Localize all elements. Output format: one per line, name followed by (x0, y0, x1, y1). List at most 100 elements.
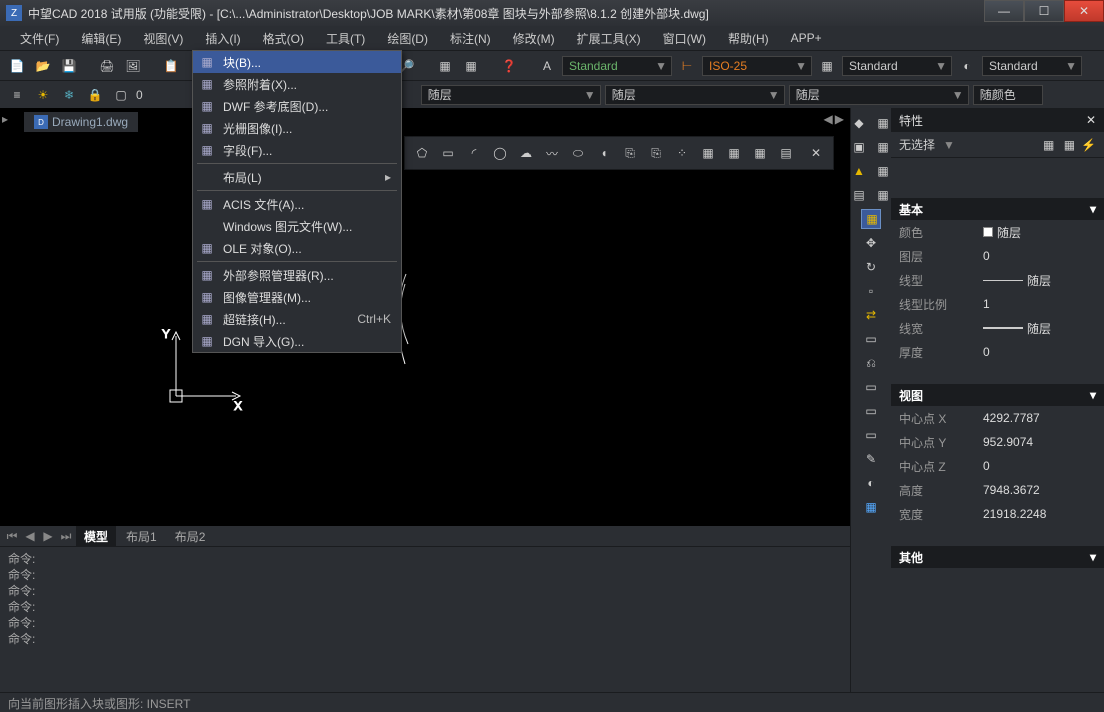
tab-layout1[interactable]: 布局1 (118, 526, 165, 547)
prop-row[interactable]: 中心点 X4292.7787 (891, 406, 1104, 430)
prop-row[interactable]: 高度7948.3672 (891, 478, 1104, 502)
ellarc-icon[interactable]: ◖ (593, 142, 615, 164)
insert-menu-item-13[interactable]: ▦图像管理器(M)... (193, 286, 401, 308)
rp-ic-2[interactable]: ▦ (873, 113, 893, 133)
print-icon[interactable]: 🖨 (96, 55, 118, 77)
tab-last-icon[interactable]: ⏭ (58, 529, 74, 544)
rp-ic-5[interactable]: ▲ (849, 161, 869, 181)
menu-6[interactable]: 绘图(D) (377, 27, 438, 50)
maximize-button[interactable]: ☐ (1024, 0, 1064, 22)
layer-linetype-select[interactable]: 随层▼ (605, 85, 785, 105)
layer-freeze-icon[interactable]: ❄ (58, 84, 80, 106)
prop-row[interactable]: 颜色随层 (891, 220, 1104, 244)
hatch-icon[interactable]: ▦ (697, 142, 719, 164)
tab-first-icon[interactable]: ⏮ (4, 529, 20, 544)
rp-ic-6[interactable]: ▦ (873, 161, 893, 181)
prop-row[interactable]: 厚度0 (891, 340, 1104, 364)
insert-menu-item-14[interactable]: ▦超链接(H)...Ctrl+K (193, 308, 401, 330)
menu-7[interactable]: 标注(N) (440, 27, 501, 50)
polygon-icon[interactable]: ⬠ (411, 142, 433, 164)
menu-4[interactable]: 格式(O) (253, 27, 314, 50)
selfilter3-icon[interactable]: ⚡ (1081, 138, 1096, 152)
rp-rotate-icon[interactable]: ↻ (861, 257, 881, 277)
rp-scale-icon[interactable]: ▫ (861, 281, 881, 301)
section-基本[interactable]: 基本▾ (891, 198, 1104, 220)
rp-ic-15[interactable]: ⎌ (861, 353, 881, 373)
textstyle-icon[interactable]: A (536, 55, 558, 77)
minimize-button[interactable]: — (984, 0, 1024, 22)
menu-5[interactable]: 工具(T) (316, 27, 375, 50)
insert-menu-item-4[interactable]: ▦字段(F)... (193, 139, 401, 161)
menu-9[interactable]: 扩展工具(X) (567, 27, 651, 50)
rp-ic-18[interactable]: ▭ (861, 425, 881, 445)
layer-bycolor-select[interactable]: 随颜色 (973, 85, 1043, 105)
arc-icon[interactable]: ◜ (463, 142, 485, 164)
circle-icon[interactable]: ◯ (489, 142, 511, 164)
tool2-icon[interactable]: ▦ (460, 55, 482, 77)
layer-mgr-icon[interactable]: ≡ (6, 84, 28, 106)
ellipse-icon[interactable]: ⬭ (567, 142, 589, 164)
new-icon[interactable]: 📄 (6, 55, 28, 77)
insert-menu-item-6[interactable]: 布局(L)▸ (193, 166, 401, 188)
section-其他[interactable]: 其他▾ (891, 546, 1104, 568)
selection-dropdown[interactable]: 无选择 ▼ ▦ ▦ ⚡ (891, 132, 1104, 158)
document-tab[interactable]: D Drawing1.dwg (24, 112, 138, 132)
insert-menu-item-12[interactable]: ▦外部参照管理器(R)... (193, 264, 401, 286)
rp-ic-20[interactable]: ◐ (861, 473, 881, 493)
rp-move-icon[interactable]: ✥ (861, 233, 881, 253)
menu-2[interactable]: 视图(V) (133, 27, 193, 50)
hatch2-icon[interactable]: ▦ (723, 142, 745, 164)
insert-menu-item-1[interactable]: ▦参照附着(X)... (193, 73, 401, 95)
help-icon[interactable]: ❓ (498, 55, 520, 77)
prop-row[interactable]: 宽度21918.2248 (891, 502, 1104, 526)
cmd-scrollbar[interactable] (834, 547, 850, 692)
insert-menu-item-15[interactable]: ▦DGN 导入(G)... (193, 330, 401, 352)
rp-ic-3[interactable]: ▣ (849, 137, 869, 157)
menu-12[interactable]: APP+ (781, 28, 832, 48)
menu-8[interactable]: 修改(M) (503, 27, 565, 50)
close-button[interactable]: ✕ (1064, 0, 1104, 22)
preview-icon[interactable]: 🖼 (122, 55, 144, 77)
selfilter2-icon[interactable]: ▦ (1064, 138, 1075, 152)
rp-ic-16[interactable]: ▭ (861, 377, 881, 397)
layer-sun-icon[interactable]: ☀ (32, 84, 54, 106)
tab-layout2[interactable]: 布局2 (167, 526, 214, 547)
layer-color-select[interactable]: 随层▼ (421, 85, 601, 105)
spline-icon[interactable]: 〰 (541, 142, 563, 164)
dimstyle-icon[interactable]: ⊢ (676, 55, 698, 77)
insert-menu-item-10[interactable]: ▦OLE 对象(O)... (193, 237, 401, 259)
otherstyle-icon[interactable]: ◐ (956, 55, 978, 77)
block2-icon[interactable]: ⎘ (645, 142, 667, 164)
toolbar-close-icon[interactable]: ✕ (805, 142, 827, 164)
drawing-canvas[interactable]: Y X (0, 134, 850, 526)
layer-lock-icon[interactable]: 🔒 (84, 84, 106, 106)
rp-ic-21[interactable]: ▦ (861, 497, 881, 517)
more-icon[interactable]: ▤ (775, 142, 797, 164)
menu-10[interactable]: 窗口(W) (653, 27, 716, 50)
point-icon[interactable]: ⁘ (671, 142, 693, 164)
tab-prev-icon[interactable]: ◀ (22, 529, 38, 543)
selfilter1-icon[interactable]: ▦ (1040, 138, 1058, 152)
cloud-icon[interactable]: ☁ (515, 142, 537, 164)
section-视图[interactable]: 视图▾ (891, 384, 1104, 406)
menu-0[interactable]: 文件(F) (10, 27, 69, 50)
menu-3[interactable]: 插入(I) (195, 27, 250, 50)
table-style-select[interactable]: Standard▼ (842, 56, 952, 76)
draw-shapes-toolbar[interactable]: ⬠ ▭ ◜ ◯ ☁ 〰 ⬭ ◖ ⎘ ⎘ ⁘ ▦ ▦ ▦ ▤ ✕ (404, 136, 834, 170)
tab-next-icon[interactable]: ▶ (40, 529, 56, 543)
block-icon[interactable]: ⎘ (619, 142, 641, 164)
prop-row[interactable]: 线宽随层 (891, 316, 1104, 340)
prop-row[interactable]: 图层0 (891, 244, 1104, 268)
clipboard-icon[interactable]: 📋 (160, 55, 182, 77)
rp-ic-8[interactable]: ▦ (873, 185, 893, 205)
panel-close-icon[interactable]: ✕ (1086, 113, 1096, 127)
open-icon[interactable]: 📂 (32, 55, 54, 77)
rp-ic-7[interactable]: ▤ (849, 185, 869, 205)
prop-row[interactable]: 中心点 Z0 (891, 454, 1104, 478)
prop-row[interactable]: 中心点 Y952.9074 (891, 430, 1104, 454)
menu-11[interactable]: 帮助(H) (718, 27, 779, 50)
insert-menu-item-0[interactable]: ▦块(B)... (193, 51, 401, 73)
rp-ic-14[interactable]: ▭ (861, 329, 881, 349)
nav-right-icon[interactable]: ▶ (835, 112, 844, 126)
rp-ic-4[interactable]: ▦ (873, 137, 893, 157)
